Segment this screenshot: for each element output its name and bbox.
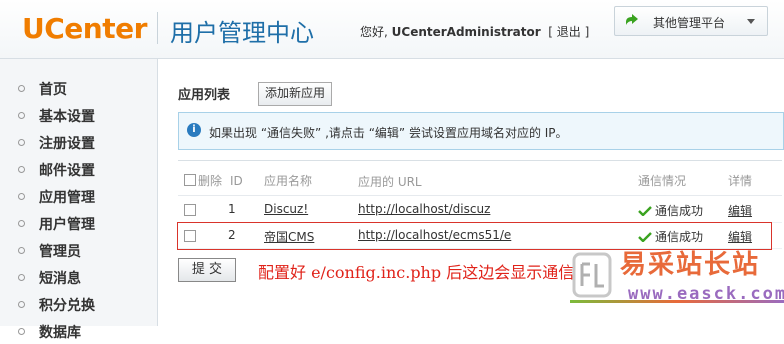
sidebar-item-user-management[interactable]: 用户管理: [0, 210, 157, 236]
app-url-link[interactable]: http://localhost/ecms51/e: [358, 228, 511, 242]
sidebar-item-label: 短消息: [39, 271, 81, 287]
annotation-text: 配置好 e/config.inc.php 后这边会显示通信: [258, 263, 575, 282]
info-notice: i 如果出现 “通信失败” ,请点击 “编辑” 尝试设置应用域名对应的 IP。: [178, 112, 784, 150]
sidebar-item-messages[interactable]: 短消息: [0, 264, 157, 290]
sidebar-item-label: 积分兑换: [39, 298, 95, 314]
sidebar-item-label: 注册设置: [39, 136, 95, 152]
sidebar-item-label: 基本设置: [39, 109, 95, 125]
status-cell: 通信成功: [638, 228, 703, 245]
app-name-link[interactable]: 帝国CMS: [264, 228, 314, 245]
header-status: 通信情况: [638, 174, 687, 188]
sidebar-item-label: 数据库: [39, 325, 81, 341]
watermark-bar: [570, 300, 784, 303]
sidebar-item-app-management[interactable]: 应用管理: [0, 183, 157, 209]
edit-link[interactable]: 编辑: [728, 228, 752, 245]
sidebar-item-label: 管理员: [39, 244, 81, 260]
username: UCenterAdministrator: [391, 25, 541, 39]
info-icon: i: [187, 123, 201, 137]
watermark-logo-icon: [572, 252, 612, 298]
greeting-prefix: 您好,: [360, 25, 388, 39]
status-text: 通信成功: [655, 204, 704, 218]
table-row: 1 Discuz! http://localhost/discuz 通信成功 编…: [178, 198, 782, 223]
app-id: 1: [228, 202, 236, 216]
check-icon: [638, 206, 652, 216]
header-url: 应用的 URL: [358, 175, 422, 189]
row-checkbox[interactable]: [184, 230, 196, 242]
sidebar-item-basic-settings[interactable]: 基本设置: [0, 102, 157, 128]
notice-text: 如果出现 “通信失败” ,请点击 “编辑” 尝试设置应用域名对应的 IP。: [209, 126, 568, 140]
platform-label: 其他管理平台: [653, 16, 726, 30]
user-greeting: 您好, UCenterAdministrator [ 退出 ]: [360, 23, 589, 40]
add-app-button[interactable]: 添加新应用: [258, 82, 333, 106]
arrow-right-icon: [626, 14, 638, 25]
app-name-link[interactable]: Discuz!: [264, 202, 308, 216]
header-id: ID: [230, 174, 243, 188]
sidebar: 首页 基本设置 注册设置 邮件设置 应用管理 用户管理 管理员 短消息 积分兑换…: [0, 59, 158, 341]
section-title: 应用列表: [178, 88, 231, 103]
header-delete: 删除: [198, 174, 223, 188]
table-header: 删除 ID 应用名称 应用的 URL 通信情况 详情: [178, 161, 782, 196]
sidebar-item-label: 应用管理: [39, 190, 95, 206]
row-checkbox[interactable]: [184, 204, 196, 216]
bullet-icon: [18, 274, 25, 281]
watermark-text: 易采站长站: [620, 250, 761, 280]
bullet-icon: [18, 301, 25, 308]
platform-switcher[interactable]: 其他管理平台: [614, 6, 768, 36]
bullet-icon: [18, 247, 25, 254]
bullet-icon: [18, 112, 25, 119]
edit-link[interactable]: 编辑: [728, 202, 752, 219]
status-cell: 通信成功: [638, 202, 703, 219]
sidebar-item-admins[interactable]: 管理员: [0, 237, 157, 263]
sidebar-item-label: 用户管理: [39, 217, 95, 233]
header-name: 应用名称: [264, 174, 313, 188]
bullet-icon: [18, 85, 25, 92]
ucenter-logo[interactable]: UCenter: [22, 12, 147, 45]
sidebar-item-register-settings[interactable]: 注册设置: [0, 129, 157, 155]
header: UCenter 用户管理中心 您好, UCenterAdministrator …: [0, 0, 784, 59]
bullet-icon: [18, 139, 25, 146]
sidebar-item-label: 邮件设置: [39, 163, 95, 179]
app-id: 2: [228, 228, 236, 242]
sidebar-item-database[interactable]: 数据库: [0, 318, 157, 344]
bullet-icon: [18, 193, 25, 200]
app-url-link[interactable]: http://localhost/discuz: [358, 202, 490, 216]
page-title: 用户管理中心: [170, 19, 314, 47]
sidebar-item-home[interactable]: 首页: [0, 75, 157, 101]
bullet-icon: [18, 220, 25, 227]
bullet-icon: [18, 166, 25, 173]
bullet-icon: [18, 328, 25, 335]
sidebar-item-credits[interactable]: 积分兑换: [0, 291, 157, 317]
header-detail: 详情: [728, 174, 753, 188]
logout-link[interactable]: [ 退出 ]: [548, 25, 589, 39]
status-text: 通信成功: [655, 230, 704, 244]
submit-button[interactable]: 提 交: [178, 258, 236, 282]
sidebar-item-mail-settings[interactable]: 邮件设置: [0, 156, 157, 182]
logo-divider: [157, 12, 158, 44]
select-all-checkbox[interactable]: [184, 174, 196, 186]
check-icon: [638, 232, 652, 242]
chevron-down-icon: [747, 19, 755, 24]
sidebar-item-label: 首页: [39, 82, 67, 98]
